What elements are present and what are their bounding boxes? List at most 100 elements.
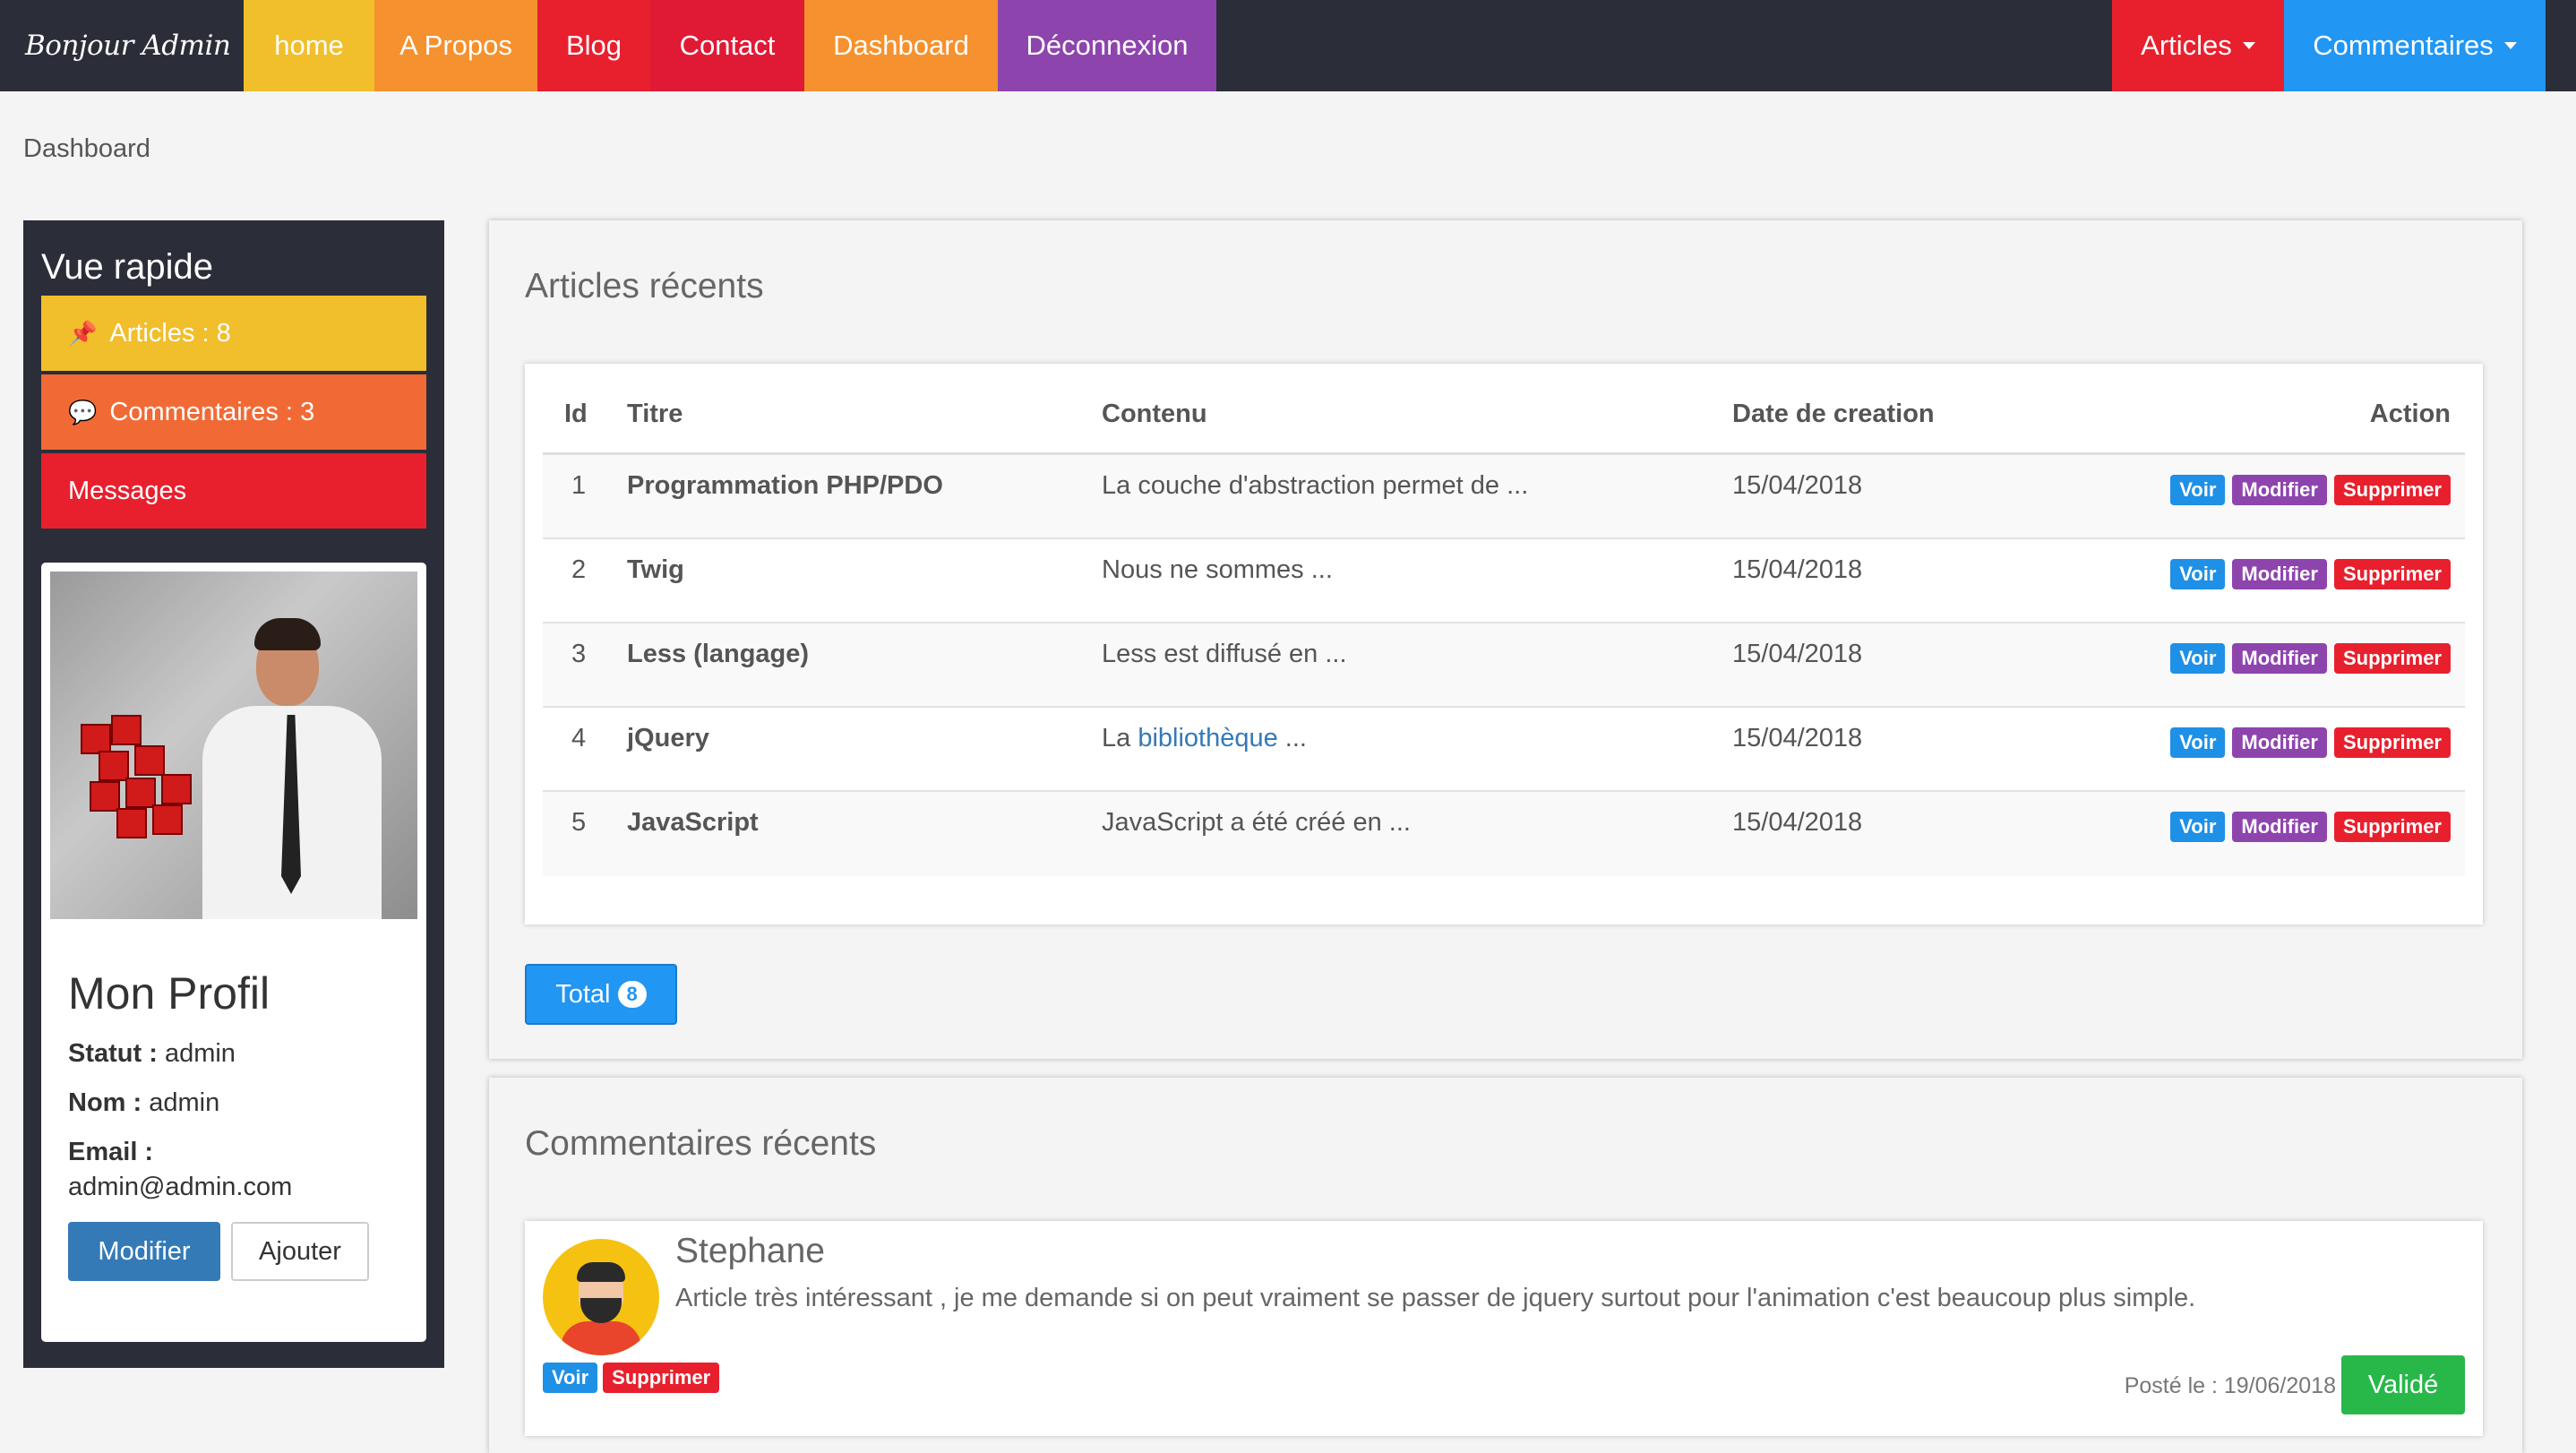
- col-date: Date de creation: [1732, 400, 1935, 428]
- caret-down-icon: [2503, 42, 2517, 49]
- sidebar-item-label: Articles : 8: [109, 318, 231, 348]
- sidebar-title: Vue rapide: [41, 246, 213, 287]
- row-date: 15/04/2018: [1732, 808, 1863, 837]
- nav-articles-label: Articles: [2141, 30, 2232, 61]
- red-cubes-graphic: [72, 706, 215, 849]
- total-badge: 8: [617, 981, 647, 1008]
- table-row: 3 Less (langage) Less est diffusé en ...…: [543, 623, 2465, 708]
- col-titre: Titre: [627, 400, 683, 428]
- row-contenu: La couche d'abstraction permet de ...: [1102, 471, 1529, 500]
- articles-table: Id Titre Contenu Date de creation Action…: [525, 364, 2483, 924]
- breadcrumb: Dashboard: [23, 134, 150, 163]
- articles-panel: Articles récents Id Titre Contenu Date d…: [489, 220, 2522, 1059]
- comment-author: Stephane: [675, 1232, 825, 1270]
- supprimer-button[interactable]: Supprimer: [2333, 643, 2451, 674]
- nav-commentaires-label: Commentaires: [2313, 30, 2494, 61]
- comment-text: Article très intéressant , je me demande…: [675, 1284, 2196, 1312]
- pin-icon: 📌: [68, 319, 98, 347]
- sidebar-item-label: Commentaires : 3: [109, 397, 315, 426]
- sidebar-item-articles[interactable]: 📌 Articles : 8: [41, 296, 426, 371]
- table-row: 5 JavaScript JavaScript a été créé en ..…: [543, 792, 2465, 876]
- row-id: 4: [571, 724, 587, 752]
- row-titre: jQuery: [627, 724, 709, 752]
- modifier-profile-button[interactable]: Modifier: [68, 1222, 220, 1281]
- comments-panel-title: Commentaires récents: [525, 1124, 877, 1163]
- modifier-button[interactable]: Modifier: [2232, 559, 2327, 589]
- sidebar-item-messages[interactable]: Messages: [41, 453, 426, 529]
- sidebar-item-commentaires[interactable]: 💬 Commentaires : 3: [41, 374, 426, 450]
- supprimer-button[interactable]: Supprimer: [2333, 727, 2451, 758]
- row-id: 5: [571, 808, 587, 837]
- articles-panel-title: Articles récents: [525, 267, 764, 305]
- nav-articles-dropdown[interactable]: Articles: [2112, 0, 2284, 91]
- voir-button[interactable]: Voir: [2170, 475, 2226, 505]
- top-navbar: Bonjour Admin home A Propos Blog Contact…: [0, 0, 2576, 91]
- col-contenu: Contenu: [1102, 400, 1207, 428]
- nav-contact[interactable]: Contact: [650, 0, 804, 91]
- profile-statut: Statut : admin: [68, 1039, 236, 1068]
- voir-button[interactable]: Voir: [2170, 643, 2226, 674]
- row-titre: JavaScript: [627, 808, 759, 837]
- row-contenu: Less est diffusé en ...: [1102, 640, 1347, 668]
- total-button[interactable]: Total 8: [525, 964, 677, 1025]
- row-titre: Programmation PHP/PDO: [627, 471, 943, 500]
- modifier-button[interactable]: Modifier: [2232, 812, 2327, 842]
- supprimer-button[interactable]: Supprimer: [2333, 559, 2451, 589]
- nav-blog[interactable]: Blog: [537, 0, 650, 91]
- row-actions: Voir Modifier Supprimer: [2170, 475, 2451, 505]
- comment-date: Posté le : 19/06/2018: [2124, 1373, 2336, 1398]
- table-row: 1 Programmation PHP/PDO La couche d'abst…: [543, 455, 2465, 539]
- sidebar: Vue rapide 📌 Articles : 8 💬 Commentaires…: [23, 220, 444, 1368]
- profile-email: admin@admin.com: [68, 1173, 293, 1201]
- nav-home[interactable]: home: [244, 0, 374, 91]
- valide-button[interactable]: Validé: [2341, 1355, 2465, 1414]
- nav-a-propos[interactable]: A Propos: [374, 0, 537, 91]
- voir-button[interactable]: Voir: [2170, 812, 2226, 842]
- nav-right-group: Articles Commentaires: [2112, 0, 2576, 91]
- comments-panel: Commentaires récents Stephane Article tr…: [489, 1078, 2522, 1453]
- row-actions: Voir Modifier Supprimer: [2170, 559, 2451, 589]
- modifier-button[interactable]: Modifier: [2232, 727, 2327, 758]
- col-action: Action: [2369, 400, 2451, 428]
- row-contenu: JavaScript a été créé en ...: [1102, 808, 1411, 837]
- profile-name: Mon Profil: [68, 968, 270, 1019]
- comment-item: Stephane Article très intéressant , je m…: [525, 1221, 2483, 1436]
- row-date: 15/04/2018: [1732, 640, 1863, 668]
- avatar: [543, 1239, 659, 1355]
- voir-button[interactable]: Voir: [2170, 727, 2226, 758]
- ajouter-button[interactable]: Ajouter: [231, 1222, 369, 1281]
- comment-supprimer-button[interactable]: Supprimer: [603, 1363, 720, 1393]
- modifier-button[interactable]: Modifier: [2232, 475, 2327, 505]
- nav-deconnexion[interactable]: Déconnexion: [998, 0, 1216, 91]
- profile-card: Mon Profil Statut : admin Nom : admin Em…: [41, 563, 426, 1342]
- row-actions: Voir Modifier Supprimer: [2170, 727, 2451, 758]
- row-titre: Twig: [627, 555, 684, 584]
- comments-icon: 💬: [68, 398, 98, 426]
- supprimer-button[interactable]: Supprimer: [2333, 812, 2451, 842]
- nav-commentaires-dropdown[interactable]: Commentaires: [2284, 0, 2546, 91]
- comment-voir-button[interactable]: Voir: [543, 1363, 598, 1393]
- person-hair: [254, 618, 321, 650]
- table-row: 4 jQuery La bibliothèque ... 15/04/2018 …: [543, 708, 2465, 792]
- col-id: Id: [564, 400, 588, 428]
- row-id: 1: [571, 471, 587, 500]
- row-contenu: La bibliothèque ...: [1102, 724, 1307, 752]
- profile-image: [50, 572, 417, 919]
- profile-buttons: Modifier Ajouter: [68, 1222, 417, 1281]
- supprimer-button[interactable]: Supprimer: [2333, 475, 2451, 505]
- voir-button[interactable]: Voir: [2170, 559, 2226, 589]
- sidebar-item-label: Messages: [68, 476, 187, 505]
- table-row: 2 Twig Nous ne sommes ... 15/04/2018 Voi…: [543, 539, 2465, 623]
- total-label: Total: [555, 979, 611, 1009]
- profile-nom: Nom : admin: [68, 1088, 220, 1117]
- modifier-button[interactable]: Modifier: [2232, 643, 2327, 674]
- row-date: 15/04/2018: [1732, 555, 1863, 584]
- row-contenu: Nous ne sommes ...: [1102, 555, 1333, 584]
- nav-dashboard[interactable]: Dashboard: [804, 0, 998, 91]
- profile-email-label: Email :: [68, 1138, 154, 1166]
- brand-logo[interactable]: Bonjour Admin: [0, 0, 244, 91]
- row-id: 3: [571, 640, 587, 668]
- bibliotheque-link[interactable]: bibliothèque: [1138, 724, 1277, 752]
- row-titre: Less (langage): [627, 640, 810, 668]
- row-actions: Voir Modifier Supprimer: [2170, 643, 2451, 674]
